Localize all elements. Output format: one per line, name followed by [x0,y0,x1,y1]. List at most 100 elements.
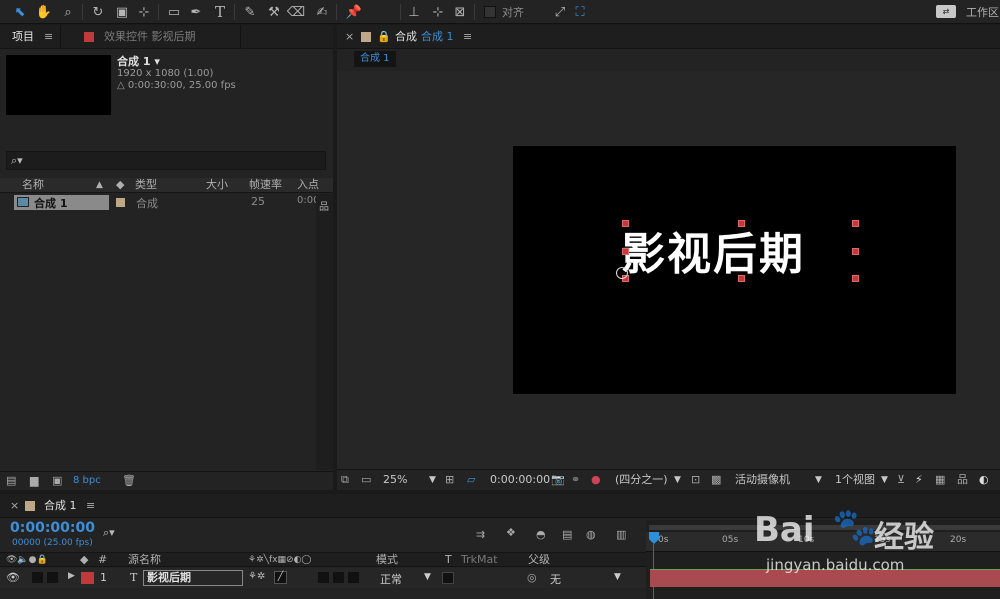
quality-switch-icon[interactable]: ╱ [274,571,287,584]
column-parent[interactable]: 父级 [528,553,550,567]
bpc-button[interactable]: 8 bpc [73,475,101,486]
brush-tool-icon[interactable]: ✎ [240,2,260,22]
always-preview-icon[interactable]: ⧉ [341,470,349,490]
column-mode[interactable]: 模式 [376,553,398,567]
close-timeline-tab-icon[interactable]: × [10,494,19,518]
comp-info-name[interactable]: 合成 1 ▾ [117,53,160,69]
frame-blending-icon[interactable]: ▤ [562,528,572,541]
interpret-footage-icon[interactable]: ▤ [6,474,16,487]
audio-toggle[interactable] [32,572,43,583]
transform-handle-bm[interactable] [738,275,745,282]
clone-stamp-tool-icon[interactable]: ⚒ [264,2,284,22]
pan-behind-tool-icon[interactable]: ⊹ [134,2,154,22]
graph-editor-icon[interactable]: ▥ [616,528,626,541]
parent-dropdown-icon[interactable]: ▼ [614,572,621,582]
trash-icon[interactable]: 🗑 [122,474,136,487]
switch-box-2[interactable] [333,572,344,583]
snapping-checkbox[interactable] [484,6,496,18]
timeline-search-input[interactable] [120,526,470,542]
visibility-eye-icon[interactable]: 👁 [6,571,20,584]
layer-label-swatch[interactable] [81,572,94,584]
timeline-timecode[interactable]: 0:00:00:00 [10,520,95,536]
draft-3d-icon[interactable]: ❖ [506,526,516,539]
column-source-name[interactable]: 源名称 [128,553,161,567]
solo-toggle[interactable] [47,572,58,583]
column-trkmat[interactable]: TrkMat [461,553,498,567]
parent-pickwhip-icon[interactable]: ◎ [527,571,537,584]
label-column-icon[interactable]: ◆ [116,178,124,192]
anchor-point-icon[interactable] [616,267,628,279]
transform-handle-ml[interactable] [622,248,629,255]
transform-handle-br[interactable] [852,275,859,282]
workspace-label[interactable]: 工作区 [966,4,999,20]
snap-features-icon[interactable]: ⛶ [570,2,590,22]
viewer-timecode[interactable]: 0:00:00:00 [490,470,550,490]
comp-panel-menu-icon[interactable]: ≡ [463,25,472,49]
local-axis-icon[interactable]: ⊥ [404,2,424,22]
workspace-switch-icon[interactable]: ⇄ [936,5,956,18]
resolution-value[interactable]: (四分之一) [615,470,668,490]
reset-exposure-icon[interactable]: ◐ [979,470,989,490]
project-item-row[interactable]: 合成 1 合成 25 0:00 [0,194,319,210]
resolution-dropdown-icon[interactable]: ▼ [674,470,681,490]
transform-handle-tm[interactable] [738,220,745,227]
blend-mode-value[interactable]: 正常 [380,571,402,587]
new-folder-icon[interactable]: ▆ [30,474,38,487]
timeline-search-icon[interactable]: ⌕▾ [103,526,115,540]
comp-breadcrumb[interactable]: 合成 1 [354,51,396,67]
roto-brush-tool-icon[interactable]: ✍ [312,2,332,22]
motion-blur-icon[interactable]: ◍ [586,528,596,541]
switch-box-1[interactable] [318,572,329,583]
pen-tool-icon[interactable]: ✒ [186,2,206,22]
flowchart-icon[interactable]: 品 [957,470,968,490]
region-of-interest-icon[interactable]: ⊡ [691,470,700,490]
label-column-icon[interactable]: ◆ [80,553,88,567]
parent-value[interactable]: 无 [550,571,561,587]
layer-name[interactable]: 影视后期 [143,570,243,586]
show-snapshot-icon[interactable]: ⚭ [571,470,580,490]
tab-effect-controls[interactable]: 效果控件 影视后期 [104,25,196,49]
view-axis-icon[interactable]: ⊠ [450,2,470,22]
transform-handle-tr[interactable] [852,220,859,227]
project-scrollbar[interactable]: 品 [316,194,333,470]
time-ruler[interactable]: 0s 05s 10s 15s 20s [646,532,1000,552]
column-type[interactable]: 类型 [135,178,157,192]
views-value[interactable]: 1个视图 [835,470,875,490]
tab-timeline-comp[interactable]: 合成 1 [44,494,77,518]
toggle-pixel-aspect-icon[interactable]: ⊻ [897,470,905,490]
switch-box-3[interactable] [348,572,359,583]
camera-dropdown-icon[interactable]: ▼ [815,470,822,490]
column-hash[interactable]: # [98,553,107,567]
expand-layer-icon[interactable]: ▶ [68,571,75,581]
column-fps[interactable]: 帧速率 [249,178,282,192]
layer-row[interactable]: 👁 ▶ 1 T 影视后期 ⚘✲ ╱ 正常 ▼ ◎ 无 ▼ [0,568,646,588]
zoom-value[interactable]: 25% [383,470,407,490]
work-area-bar[interactable] [649,525,1000,530]
snap-edges-icon[interactable]: ⤢ [550,2,570,22]
transparency-grid-icon[interactable]: ▩ [711,470,721,490]
fast-previews-icon[interactable]: ⚡ [915,470,923,490]
sort-ascending-icon[interactable]: ▲ [96,178,103,192]
eraser-tool-icon[interactable]: ⌫ [286,2,306,22]
shy-layers-icon[interactable]: ◓ [536,528,546,541]
av-features-icons[interactable]: 👁🔈●🔒 [6,553,48,567]
layer-duration-bar[interactable] [650,569,1000,587]
zoom-tool-icon[interactable]: ⌕ [58,2,78,22]
camera-view-value[interactable]: 活动摄像机 [735,470,790,490]
column-t[interactable]: T [445,553,452,567]
snapshot-icon[interactable]: 📷 [551,470,565,490]
lock-icon[interactable]: 🔒 [377,25,391,49]
color-channels-icon[interactable]: ● [591,470,601,490]
column-name[interactable]: 名称 [22,178,44,192]
camera-tool-icon[interactable]: ▣ [112,2,132,22]
column-size[interactable]: 大小 [206,178,228,192]
layer-switches-icons[interactable]: ⚘✲ [248,571,265,582]
close-tab-icon[interactable]: × [345,25,354,49]
panel-menu-icon[interactable]: ≡ [44,25,53,49]
column-in-point[interactable]: 入点 [297,178,319,192]
tab-project[interactable]: 项目 [12,25,34,49]
transform-handle-tl[interactable] [622,220,629,227]
text-layer-content[interactable]: 影视后期 [621,218,805,282]
timeline-graph-area[interactable]: 0s 05s 10s 15s 20s [646,520,1000,599]
transform-handle-mr[interactable] [852,248,859,255]
